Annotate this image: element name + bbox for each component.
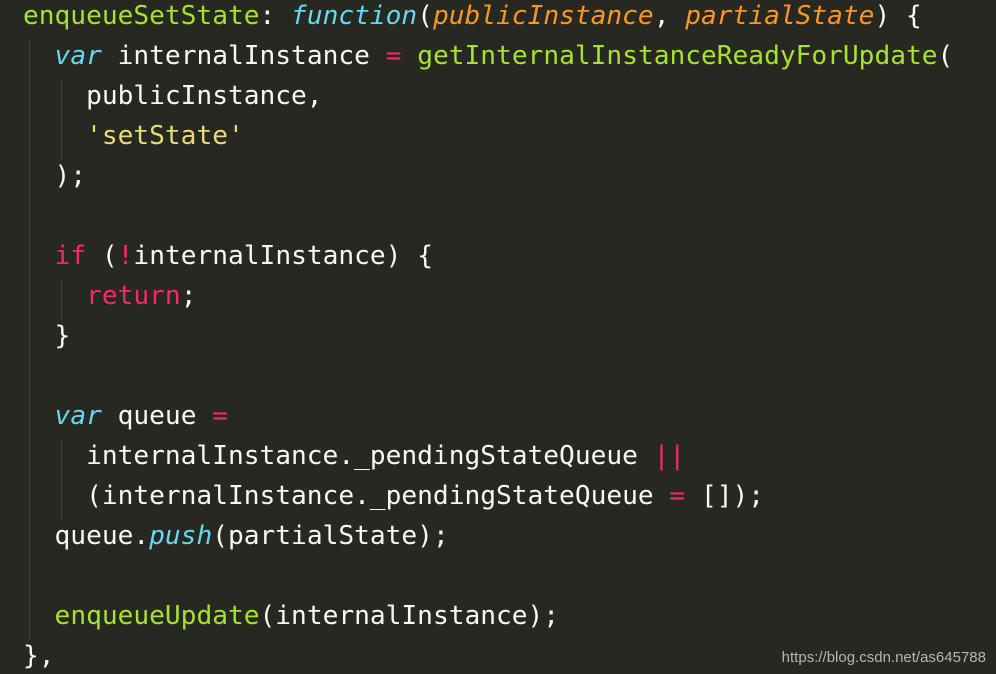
code-token-plain: internalInstance) { bbox=[133, 241, 433, 271]
code-token-function-name: getInternalInstanceReadyForUpdate bbox=[417, 41, 938, 71]
code-token-plain: internalInstance bbox=[101, 41, 386, 71]
code-token-storage: function bbox=[291, 1, 418, 31]
code-token-keyword: = bbox=[212, 401, 229, 431]
code-token-plain: ( bbox=[937, 41, 954, 71]
code-token-storage: var bbox=[54, 401, 102, 431]
code-line: enqueueSetState: function(publicInstance… bbox=[23, 0, 922, 36]
watermark-text: https://blog.csdn.net/as645788 bbox=[781, 649, 986, 666]
code-line: }, bbox=[23, 636, 55, 674]
code-line: var internalInstance = getInternalInstan… bbox=[23, 36, 954, 76]
code-token-parameter: publicInstance bbox=[432, 1, 654, 31]
code-token-plain: ( bbox=[417, 1, 433, 31]
code-token-keyword: = bbox=[385, 41, 402, 71]
code-line: 'setState' bbox=[23, 116, 244, 156]
code-editor: enqueueSetState: function(publicInstance… bbox=[0, 0, 996, 674]
code-line: queue.push(partialState); bbox=[23, 516, 449, 556]
code-token-plain: (partialState); bbox=[212, 521, 449, 551]
code-line: (internalInstance._pendingStateQueue = [… bbox=[23, 476, 764, 516]
code-token-plain: queue. bbox=[23, 521, 150, 551]
code-token-keyword: = bbox=[669, 481, 686, 511]
code-token-plain: publicInstance, bbox=[23, 81, 323, 111]
code-token-storage: var bbox=[54, 41, 102, 71]
code-token-plain: queue bbox=[101, 401, 213, 431]
code-token-plain: } bbox=[23, 321, 71, 351]
code-token-plain: []); bbox=[685, 481, 765, 511]
code-line: enqueueUpdate(internalInstance); bbox=[23, 596, 560, 636]
code-line: var queue = bbox=[23, 396, 228, 436]
code-token-plain: ) { bbox=[874, 1, 922, 31]
code-token-keyword: || bbox=[653, 441, 686, 471]
code-line: if (!internalInstance) { bbox=[23, 236, 433, 276]
code-token-plain: : bbox=[259, 1, 292, 31]
code-token-plain: , bbox=[653, 1, 686, 31]
code-token-plain: (internalInstance); bbox=[259, 601, 560, 631]
code-token-parameter: partialState bbox=[685, 1, 875, 31]
code-token-plain: ; bbox=[180, 281, 197, 311]
code-token-keyword: ! bbox=[117, 241, 134, 271]
code-token-keyword: if bbox=[54, 241, 87, 271]
code-token-plain: ( bbox=[86, 241, 118, 271]
code-line: publicInstance, bbox=[23, 76, 323, 116]
code-line: ); bbox=[23, 156, 87, 196]
code-token-plain: }, bbox=[23, 641, 55, 671]
code-token-function-name: enqueueSetState bbox=[23, 1, 260, 31]
code-token-plain: (internalInstance._pendingStateQueue bbox=[23, 481, 670, 511]
code-token-plain: internalInstance._pendingStateQueue bbox=[23, 441, 654, 471]
code-line: return; bbox=[23, 276, 196, 316]
code-line: } bbox=[23, 316, 71, 356]
code-token-storage: push bbox=[149, 521, 213, 551]
code-token-function-name: enqueueUpdate bbox=[54, 601, 260, 631]
code-token-keyword: return bbox=[86, 281, 181, 311]
code-token-plain: ); bbox=[23, 161, 87, 191]
code-line: internalInstance._pendingStateQueue || bbox=[23, 436, 685, 476]
code-token-string: 'setState' bbox=[86, 121, 244, 151]
